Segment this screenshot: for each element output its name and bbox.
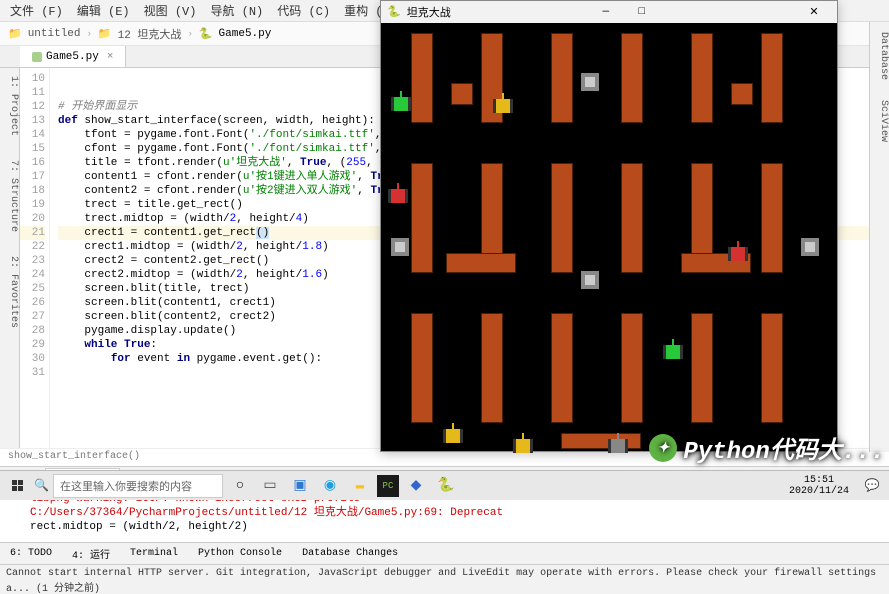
line-gutter: 1011121314151617181920212223242526272829… (20, 68, 50, 448)
console-line: C:/Users/37364/PycharmProjects/untitled/… (30, 506, 859, 520)
taskbar-app-icon[interactable]: ▣ (287, 473, 313, 499)
menu-edit[interactable]: 编辑 (E) (71, 0, 136, 21)
pycharm-icon[interactable]: PC (377, 475, 399, 497)
right-tool-rail: Database SciView (869, 22, 889, 452)
taskbar-search[interactable]: 在这里输入你要搜索的内容 (53, 474, 223, 498)
crumb-2[interactable]: 12 坦克大战 (118, 26, 182, 42)
python-console-tool[interactable]: Python Console (198, 548, 282, 559)
minimize-button[interactable]: — (591, 6, 621, 18)
left-tool-rail: 1: Project 7: Structure 2: Favorites (0, 68, 20, 448)
cortana-icon[interactable]: ○ (227, 473, 253, 499)
console-line: rect.midtop = (width/2, height/2) (30, 520, 859, 534)
run-tool[interactable]: 4: 运行 (72, 546, 110, 562)
folder-icon: 📁 (98, 27, 112, 41)
taskview-icon[interactable]: ▭ (257, 473, 283, 499)
clock-time: 15:51 (789, 475, 849, 486)
db-changes-tool[interactable]: Database Changes (302, 548, 398, 559)
tab-label: Game5.py (46, 51, 99, 63)
python-file-icon: 🐍 (199, 27, 213, 41)
wechat-icon: ✦ (649, 434, 677, 462)
status-message: Cannot start internal HTTP server. Git i… (6, 568, 883, 583)
search-icon: 🔍 (34, 478, 49, 493)
tab-game5[interactable]: Game5.py × (20, 46, 126, 67)
game-canvas[interactable] (381, 23, 837, 451)
game-title: 坦克大战 (407, 4, 451, 20)
bottom-tool-bar: 6: TODO 4: 运行 Terminal Python Console Da… (0, 542, 889, 564)
explorer-icon[interactable]: ▬ (347, 473, 373, 499)
sciview-tool[interactable]: SciView (870, 100, 889, 142)
start-button[interactable] (4, 473, 30, 499)
structure-tool[interactable]: 7: Structure (0, 160, 19, 232)
watermark-text: Python代码大... (683, 430, 885, 466)
windows-taskbar: 🔍 在这里输入你要搜索的内容 ○ ▭ ▣ ◉ ▬ PC ◆ 🐍 15:51 20… (0, 470, 889, 500)
todo-tool[interactable]: 6: TODO (10, 548, 52, 559)
database-tool[interactable]: Database (870, 32, 889, 80)
game-window: 🐍 坦克大战 — □ ✕ (380, 0, 838, 452)
menu-view[interactable]: 视图 (V) (138, 0, 203, 21)
favorites-tool[interactable]: 2: Favorites (0, 256, 19, 328)
python-icon[interactable]: 🐍 (433, 473, 459, 499)
system-clock[interactable]: 15:51 2020/11/24 (783, 473, 855, 499)
game-titlebar[interactable]: 🐍 坦克大战 — □ ✕ (381, 1, 837, 23)
python-file-icon (32, 52, 42, 62)
pygame-icon: 🐍 (387, 5, 401, 19)
folder-icon: 📁 (8, 27, 22, 41)
clock-date: 2020/11/24 (789, 486, 849, 497)
close-icon[interactable]: × (107, 51, 114, 63)
ide-status-bar: Cannot start internal HTTP server. Git i… (0, 564, 889, 586)
crumb-3[interactable]: Game5.py (219, 28, 272, 40)
terminal-tool[interactable]: Terminal (130, 548, 178, 559)
menu-nav[interactable]: 导航 (N) (204, 0, 269, 21)
menu-code[interactable]: 代码 (C) (271, 0, 336, 21)
taskbar-app-icon[interactable]: ◆ (403, 473, 429, 499)
watermark-overlay: ✦ Python代码大... (649, 430, 885, 466)
notification-icon[interactable]: 💬 (859, 473, 885, 499)
crumb-1[interactable]: untitled (28, 28, 81, 40)
edge-icon[interactable]: ◉ (317, 473, 343, 499)
maximize-button[interactable]: □ (627, 6, 657, 18)
menu-file[interactable]: 文件 (F) (4, 0, 69, 21)
project-tool[interactable]: 1: Project (0, 76, 19, 136)
close-button[interactable]: ✕ (797, 5, 831, 19)
